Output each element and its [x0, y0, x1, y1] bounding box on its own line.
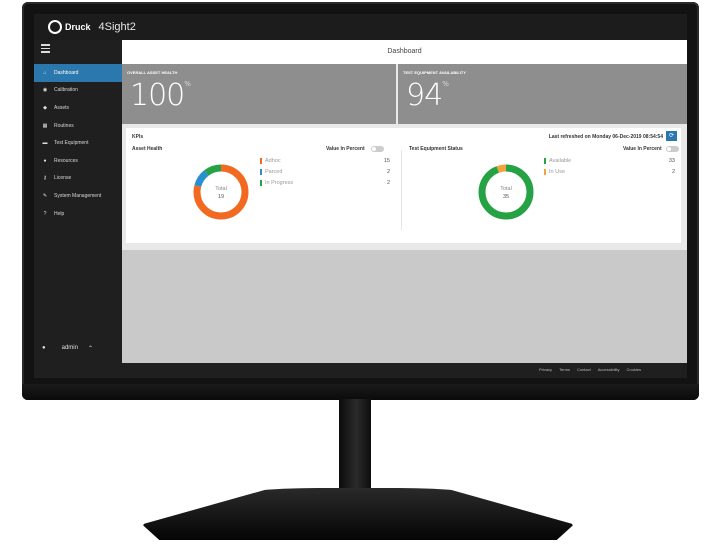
chevron-up-icon: ⌃	[87, 345, 93, 352]
refresh-icon: ⟳	[668, 133, 675, 139]
equipment-status-title: Test Equipment Status	[409, 146, 463, 152]
kpi-divider	[401, 150, 402, 230]
footer-link-accessibility[interactable]: Accessibility	[598, 367, 620, 372]
menu-icon[interactable]	[41, 44, 50, 55]
footer-link-contact[interactable]: Contact	[577, 367, 591, 372]
asset-health-label: OVERALL ASSET HEALTH	[127, 70, 178, 75]
page-title: Dashboard	[122, 40, 687, 64]
help-icon: ?	[43, 210, 47, 217]
equipment-status-percent-label: Value In Percent	[623, 146, 662, 152]
sidebar-nav: ⌂ Dashboard ◉ Calibration ◆ Assets ▦ Routines ▬ T…	[34, 64, 122, 222]
sidebar-item-routines[interactable]: ▦ Routines	[34, 117, 122, 135]
legend-in-progress-value: 2	[386, 180, 390, 186]
empty-area	[122, 250, 687, 363]
legend-available: Available	[544, 158, 571, 164]
sidebar-item-label: Assets	[54, 104, 70, 111]
user-name: admin	[61, 345, 78, 351]
sidebar-item-label: Test Equipment	[54, 140, 89, 147]
app-screen: Druck 4Sight2 ⌂ Dashboard ◉ Calibration ◆ Ass…	[34, 14, 687, 378]
donut-segment-available	[478, 164, 534, 220]
tag-icon: ◆	[43, 104, 47, 111]
sidebar-item-dashboard[interactable]: ⌂ Dashboard	[34, 64, 122, 82]
sidebar-item-label: Resources	[54, 157, 78, 164]
sidebar-item-assets[interactable]: ◆ Assets	[34, 99, 122, 117]
monitor-stand-base	[142, 488, 574, 540]
sidebar-item-test-equipment[interactable]: ▬ Test Equipment	[34, 134, 122, 152]
legend-adhoc: Adhoc	[260, 158, 281, 164]
sidebar-item-label: Dashboard	[54, 69, 79, 76]
brand-name: Druck	[65, 22, 91, 32]
user-menu[interactable]: ● admin ⌃	[34, 340, 122, 356]
refresh-button[interactable]: ⟳	[666, 131, 677, 141]
sidebar-item-label: Routines	[54, 122, 74, 129]
legend-in-progress: In Progress	[260, 180, 293, 186]
calibration-icon: ◉	[42, 87, 48, 94]
equipment-icon: ▬	[42, 140, 48, 147]
home-icon: ⌂	[43, 69, 47, 76]
asset-health-total-label: Total	[215, 186, 227, 192]
equipment-availability-value: 94%	[406, 78, 449, 113]
main-content: Dashboard OVERALL ASSET HEALTH 100% TEST…	[122, 40, 687, 363]
key-icon: ⚷	[43, 175, 47, 182]
brand-logo: Druck	[48, 20, 91, 34]
equipment-availability-number: 94	[406, 78, 443, 113]
calendar-icon: ▦	[42, 122, 48, 129]
equipment-availability-card: TEST EQUIPMENT AVAILABILITY 94%	[398, 64, 687, 124]
equipment-availability-label: TEST EQUIPMENT AVAILABILITY	[403, 70, 467, 75]
wrench-icon: ✎	[42, 192, 48, 199]
footer: Privacy Terms Contact Accessibility Cookies	[34, 364, 687, 378]
asset-health-percent-label: Value In Percent	[326, 146, 365, 152]
legend-parced-value: 2	[386, 169, 390, 175]
asset-health-percent-toggle[interactable]	[371, 146, 384, 152]
asset-health-unit: %	[184, 80, 191, 88]
asset-health-title: Asset Health	[132, 146, 163, 152]
top-bar: Druck 4Sight2	[34, 14, 687, 40]
sidebar-item-calibration[interactable]: ◉ Calibration	[34, 82, 122, 100]
footer-link-terms[interactable]: Terms	[559, 367, 570, 372]
asset-health-total: 19	[217, 194, 225, 200]
asset-health-number: 100	[130, 78, 185, 113]
equipment-status-donut	[478, 164, 534, 220]
user-icon: ●	[43, 157, 47, 164]
footer-links: Privacy Terms Contact Accessibility Cookies	[539, 367, 641, 372]
legend-parced: Parced	[260, 169, 282, 175]
sidebar-item-label: License	[54, 175, 72, 182]
sidebar-item-label: System Management	[54, 192, 102, 199]
asset-health-donut	[193, 164, 249, 220]
asset-health-value: 100%	[130, 78, 191, 113]
kpi-title: KPIs	[132, 134, 144, 140]
equipment-status-percent-toggle[interactable]	[666, 146, 679, 152]
equipment-status-total: 35	[502, 194, 510, 200]
user-icon: ●	[42, 345, 46, 351]
sidebar-item-resources[interactable]: ● Resources	[34, 152, 122, 170]
last-refreshed-text: Last refreshed on Monday 06-Dec-2019 08:…	[548, 134, 663, 140]
legend-in-use: In Use	[544, 169, 565, 175]
sidebar-item-label: Calibration	[54, 87, 78, 94]
monitor-stand-neck	[339, 399, 371, 497]
sidebar-item-system-management[interactable]: ✎ System Management	[34, 187, 122, 205]
legend-adhoc-value: 15	[383, 158, 390, 164]
sidebar-item-help[interactable]: ? Help	[34, 205, 122, 223]
monitor-chin	[22, 384, 699, 400]
kpi-panel: KPIs Last refreshed on Monday 06-Dec-201…	[126, 128, 681, 243]
footer-link-cookies[interactable]: Cookies	[627, 367, 641, 372]
asset-health-card: OVERALL ASSET HEALTH 100%	[122, 64, 396, 124]
app-name: 4Sight2	[98, 21, 136, 33]
sidebar-item-license[interactable]: ⚷ License	[34, 170, 122, 188]
druck-logo-icon	[48, 20, 62, 34]
sidebar: ⌂ Dashboard ◉ Calibration ◆ Assets ▦ Routines ▬ T…	[34, 40, 122, 364]
equipment-status-total-label: Total	[500, 186, 512, 192]
footer-link-privacy[interactable]: Privacy	[539, 367, 552, 372]
sidebar-item-label: Help	[54, 210, 65, 217]
legend-available-value: 33	[668, 158, 675, 164]
equipment-availability-unit: %	[442, 80, 449, 88]
legend-in-use-value: 2	[671, 169, 675, 175]
